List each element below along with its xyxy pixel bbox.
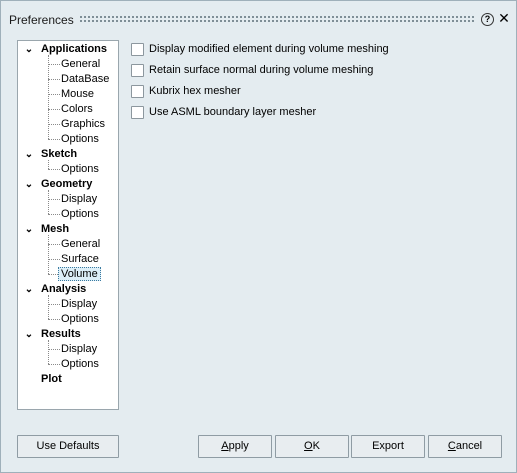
tree-item-label: Options (61, 163, 99, 175)
dialog-title: Preferences (9, 13, 74, 27)
tree-item-applications-colors[interactable]: Colors (61, 102, 93, 117)
use-defaults-button[interactable]: Use Defaults (17, 435, 119, 458)
tree-item-geometry-display[interactable]: Display (61, 192, 97, 207)
tree-connector (48, 199, 60, 200)
option-label: Kubrix hex mesher (149, 85, 241, 97)
preferences-tree: ⌄ Applications General DataBase Mouse Colors G… (17, 40, 119, 410)
tree-item-label: Options (61, 358, 99, 370)
tree-connector (48, 139, 60, 140)
tree-item-label: Options (61, 313, 99, 325)
tree-connector (48, 79, 60, 80)
tree-item-label: Options (61, 133, 99, 145)
tree-item-applications-general[interactable]: General (61, 57, 100, 72)
tree-connector (48, 304, 60, 305)
checkbox[interactable] (131, 106, 144, 119)
use-defaults-label: Use Defaults (36, 440, 100, 452)
tree-item-label: Volume (58, 267, 101, 281)
checkbox[interactable] (131, 64, 144, 77)
tree-connector (48, 55, 49, 139)
close-icon[interactable]: ✕ (497, 11, 511, 25)
tree-connector (48, 109, 60, 110)
tree-category-sketch[interactable]: Sketch (41, 147, 77, 162)
checkbox[interactable] (131, 85, 144, 98)
tree-connector (48, 214, 60, 215)
question-circle-icon[interactable]: ? (481, 13, 494, 26)
tree-item-label: General (61, 58, 101, 70)
tree-item-applications-database[interactable]: DataBase (61, 72, 109, 87)
tree-category-mesh[interactable]: Mesh (41, 222, 69, 237)
tree-item-label: Options (61, 208, 99, 220)
tree-item-results-options[interactable]: Options (61, 357, 99, 372)
export-button[interactable]: Export (351, 435, 425, 458)
tree-connector (48, 190, 49, 214)
option-label: Display modified element during volume m… (149, 43, 389, 55)
tree-item-label: Display (61, 193, 98, 205)
tree-category-plot[interactable]: Plot (41, 372, 62, 387)
expand-chevron-icon[interactable]: ⌄ (24, 282, 34, 297)
tree-item-analysis-options[interactable]: Options (61, 312, 99, 327)
export-label: Export (372, 440, 404, 452)
ok-label: K (312, 440, 320, 452)
tree-item-sketch-options[interactable]: Options (61, 162, 99, 177)
tree-connector (48, 340, 49, 364)
tree-item-label: Display (61, 298, 98, 310)
tree-item-applications-options[interactable]: Options (61, 132, 99, 147)
tree-connector (48, 169, 60, 170)
tree-connector (48, 235, 49, 274)
tree-item-label: Surface (61, 253, 99, 265)
tree-item-applications-graphics[interactable]: Graphics (61, 117, 105, 132)
title-bar[interactable]: Preferences ? ✕ (1, 1, 516, 37)
ok-mnemonic: O (304, 440, 313, 452)
tree-connector (48, 259, 60, 260)
cancel-button[interactable]: Cancel (428, 435, 502, 458)
tree-connector (48, 244, 60, 245)
tree-connector (48, 160, 49, 169)
expand-chevron-icon[interactable]: ⌄ (24, 222, 34, 237)
tree-connector (48, 364, 60, 365)
tree-category-applications[interactable]: Applications (41, 42, 107, 57)
expand-chevron-icon[interactable]: ⌄ (24, 42, 34, 57)
tree-item-mesh-volume[interactable]: Volume (58, 267, 101, 282)
preferences-dialog: Preferences ? ✕ ⌄ Applications General Data… (0, 0, 517, 473)
apply-label: pply (228, 440, 249, 452)
tree-item-label: Colors (61, 103, 93, 115)
tree-item-label: Graphics (61, 118, 106, 130)
tree-connector (48, 295, 49, 319)
option-label: Retain surface normal during volume mesh… (149, 64, 374, 76)
ok-button[interactable]: OK (275, 435, 349, 458)
tree-item-geometry-options[interactable]: Options (61, 207, 99, 222)
tree-item-mesh-general[interactable]: General (61, 237, 100, 252)
tree-item-label: Display (61, 343, 98, 355)
tree-connector (48, 349, 60, 350)
cancel-mnemonic: C (447, 440, 456, 452)
expand-chevron-icon[interactable]: ⌄ (24, 147, 34, 162)
tree-category-results[interactable]: Results (41, 327, 81, 342)
tree-item-label: DataBase (61, 73, 110, 85)
tree-connector (48, 319, 60, 320)
apply-button[interactable]: Apply (198, 435, 272, 458)
tree-item-mesh-surface[interactable]: Surface (61, 252, 99, 267)
tree-connector (48, 124, 60, 125)
tree-item-results-display[interactable]: Display (61, 342, 97, 357)
tree-connector (48, 94, 60, 95)
tree-item-label: Mouse (61, 88, 95, 100)
tree-connector (48, 64, 60, 65)
tree-item-applications-mouse[interactable]: Mouse (61, 87, 94, 102)
expand-chevron-icon[interactable]: ⌄ (24, 177, 34, 192)
tree-item-label: General (61, 238, 101, 250)
checkbox[interactable] (131, 43, 144, 56)
option-label: Use ASML boundary layer mesher (149, 106, 317, 118)
drag-grip[interactable] (79, 15, 475, 23)
tree-item-analysis-display[interactable]: Display (61, 297, 97, 312)
expand-chevron-icon[interactable]: ⌄ (24, 327, 34, 342)
apply-mnemonic: A (221, 440, 229, 452)
cancel-label: ancel (455, 440, 483, 452)
